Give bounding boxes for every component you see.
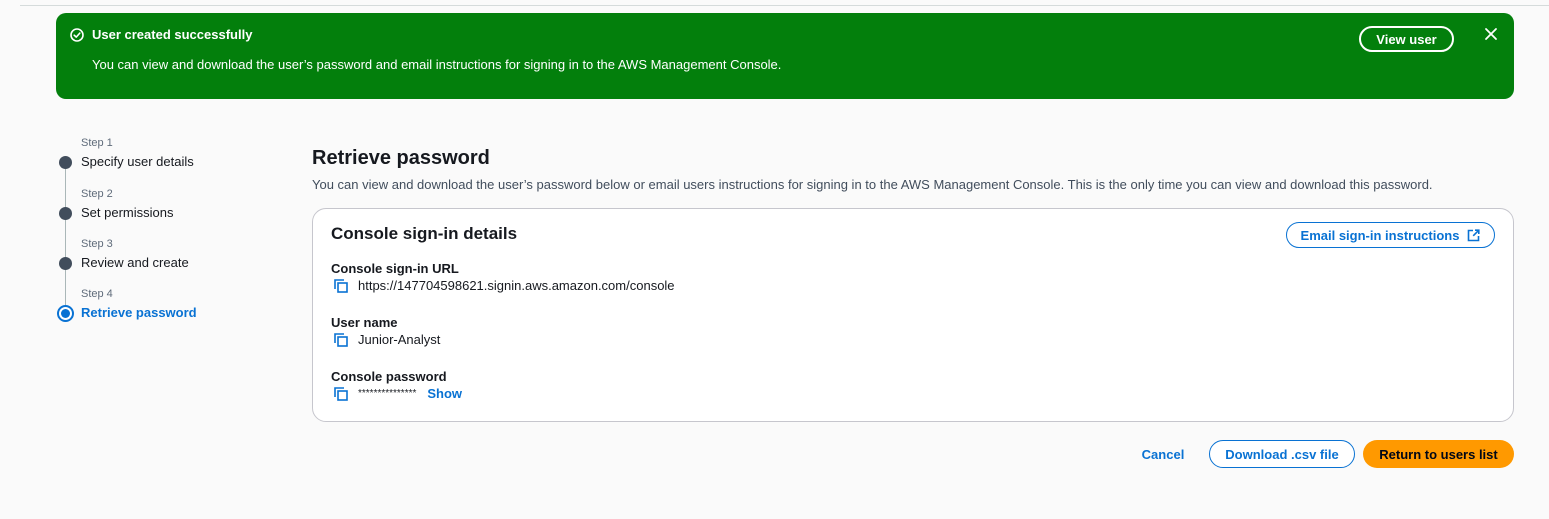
console-password-label: Console password <box>331 369 447 384</box>
return-to-users-list-button[interactable]: Return to users list <box>1363 440 1514 468</box>
step-number: Step 2 <box>81 188 113 200</box>
step-dot-icon <box>59 257 72 270</box>
step-dot-icon <box>59 156 72 169</box>
console-password-row: *************** Show <box>333 386 462 402</box>
copy-icon[interactable] <box>333 332 349 348</box>
close-icon[interactable] <box>1484 27 1498 41</box>
copy-icon[interactable] <box>333 278 349 294</box>
show-password-link[interactable]: Show <box>427 386 462 402</box>
step-number: Step 1 <box>81 137 113 149</box>
sign-in-url-value: https://147704598621.signin.aws.amazon.c… <box>358 278 675 293</box>
page-title: Retrieve password <box>312 147 490 169</box>
check-circle-icon <box>70 28 84 42</box>
step-number: Step 3 <box>81 238 113 250</box>
page-description: You can view and download the user’s pas… <box>312 177 1433 192</box>
user-name-row: Junior-Analyst <box>333 332 440 348</box>
user-name-label: User name <box>331 315 398 330</box>
email-sign-in-instructions-button[interactable]: Email sign-in instructions <box>1286 222 1495 248</box>
step-label: Set permissions <box>81 205 174 220</box>
step-label: Review and create <box>81 255 189 270</box>
wizard-steps: Step 1 Specify user details Step 2 Set p… <box>56 136 286 336</box>
sign-in-url-row: https://147704598621.signin.aws.amazon.c… <box>333 278 675 294</box>
step-2[interactable]: Step 2 Set permissions <box>56 187 286 227</box>
user-name-value: Junior-Analyst <box>358 332 441 347</box>
console-password-value: *************** <box>358 388 417 399</box>
view-user-button[interactable]: View user <box>1359 26 1454 52</box>
download-csv-button[interactable]: Download .csv file <box>1209 440 1355 468</box>
step-4: Step 4 Retrieve password <box>56 287 286 327</box>
active-step-dot-icon <box>57 305 74 322</box>
email-button-label: Email sign-in instructions <box>1300 227 1460 243</box>
copy-icon[interactable] <box>333 386 349 402</box>
flash-title: User created successfully <box>92 27 253 42</box>
sign-in-url-label: Console sign-in URL <box>331 261 459 276</box>
cancel-button[interactable]: Cancel <box>1136 441 1190 467</box>
step-label: Specify user details <box>81 154 194 169</box>
step-1[interactable]: Step 1 Specify user details <box>56 136 286 176</box>
step-number: Step 4 <box>81 288 113 300</box>
step-dot-icon <box>59 207 72 220</box>
flash-message: You can view and download the user’s pas… <box>92 57 782 72</box>
top-divider <box>20 5 1549 6</box>
success-flash-banner: User created successfully You can view a… <box>56 13 1514 99</box>
panel-title: Console sign-in details <box>331 224 518 243</box>
step-label: Retrieve password <box>81 305 197 320</box>
step-3[interactable]: Step 3 Review and create <box>56 237 286 277</box>
console-sign-in-panel: Console sign-in details Email sign-in in… <box>312 208 1514 422</box>
external-link-icon <box>1468 228 1481 241</box>
